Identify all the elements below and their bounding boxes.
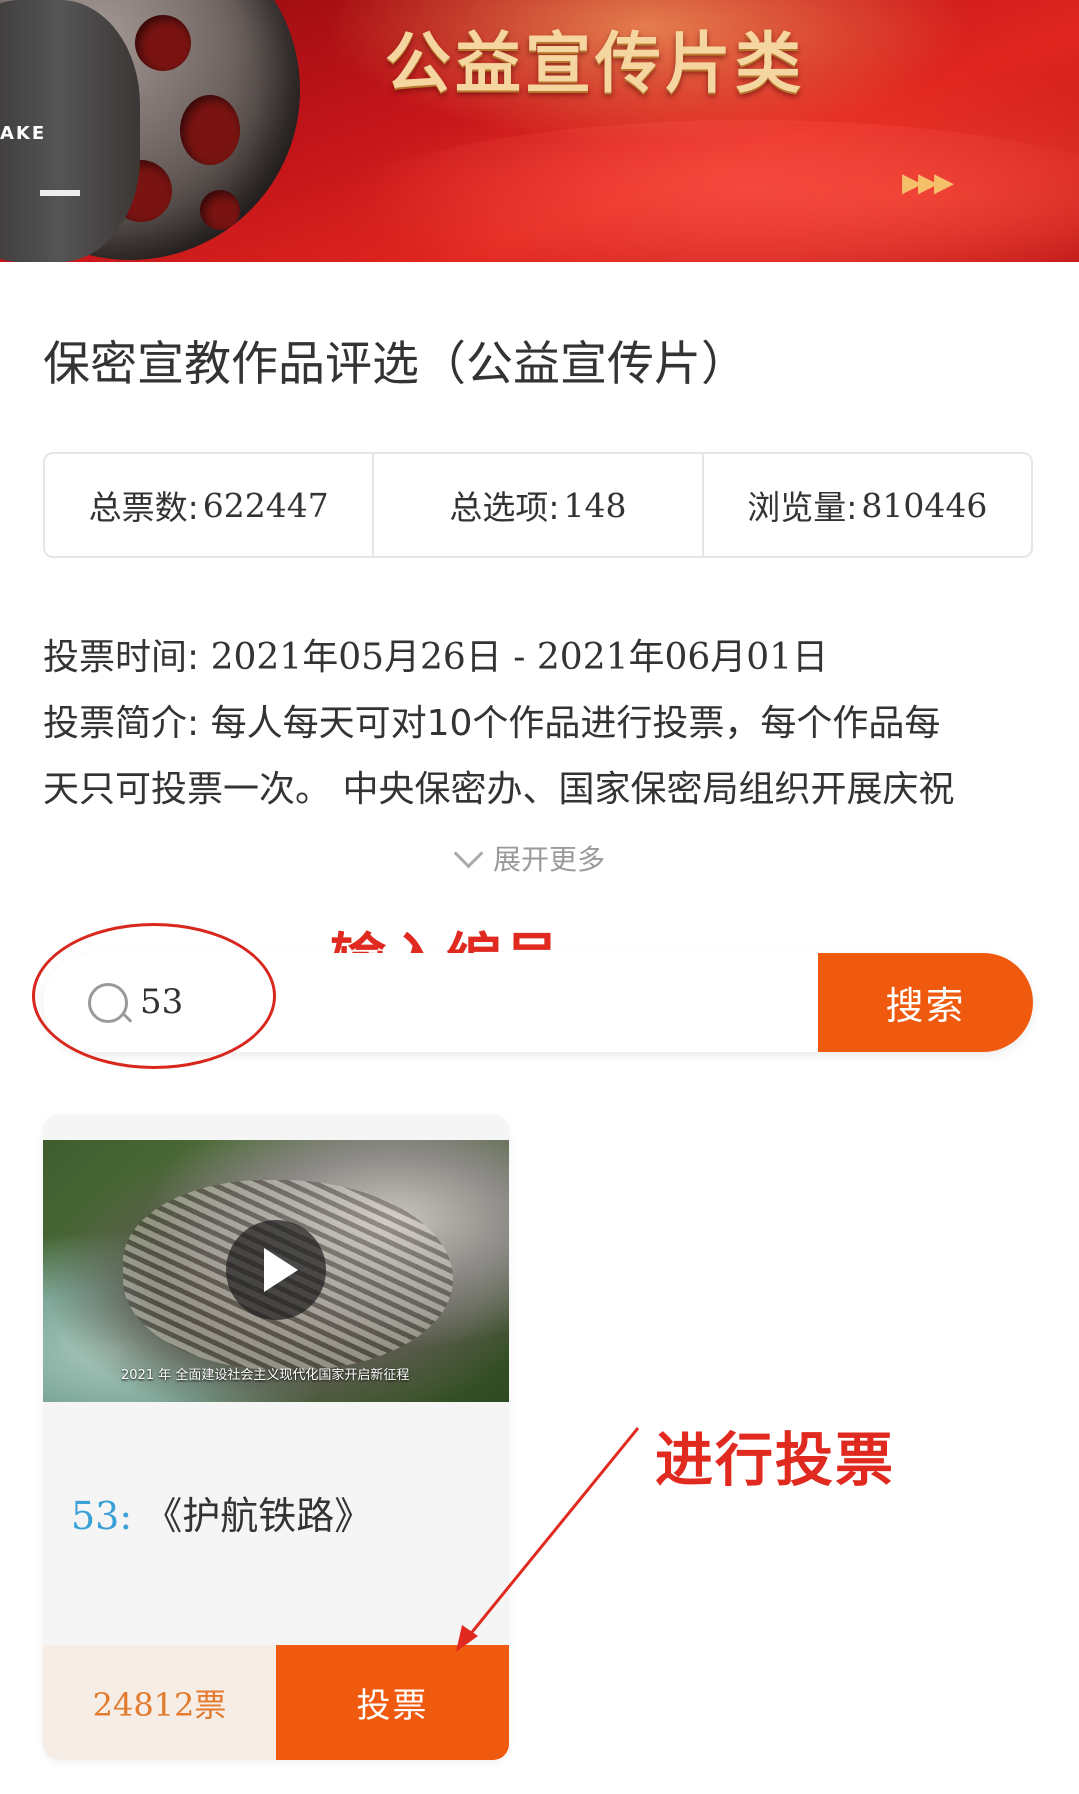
vote-intro-row-2: 天只可投票一次。 中央保密办、国家保密局组织开展庆祝	[43, 757, 1043, 823]
stat-value: 148	[563, 485, 627, 525]
stat-label: 总票数:	[88, 488, 199, 527]
expand-more-label: 展开更多	[493, 843, 606, 876]
search-button[interactable]: 搜索	[818, 953, 1033, 1052]
annotation-arrow-icon	[456, 1427, 640, 1652]
stat-label: 浏览量:	[747, 488, 858, 527]
play-icon[interactable]	[226, 1220, 326, 1320]
vote-time-label: 投票时间:	[43, 637, 200, 678]
annotation-vote: 进行投票	[655, 1426, 896, 1494]
stat-value: 622447	[202, 485, 329, 525]
film-reel-side: AKE	[0, 0, 140, 262]
stat-label: 总选项:	[449, 488, 560, 527]
vote-intro-label: 投票简介:	[43, 703, 200, 744]
vote-intro-row: 投票简介: 每人每天可对10个作品进行投票，每个作品每	[43, 691, 1043, 757]
chevron-down-icon	[453, 838, 484, 868]
header-banner: AKE 公益宣传片类 ▶▶▶	[0, 0, 1079, 262]
banner-title: 公益宣传片类	[385, 25, 805, 102]
entry-number: 53:	[71, 1494, 133, 1538]
expand-more-link[interactable]: 展开更多	[453, 838, 606, 878]
vote-count: 24812票	[43, 1645, 276, 1760]
video-thumbnail[interactable]: 2021 年 全面建设社会主义现代化国家开启新征程	[43, 1140, 509, 1402]
vote-intro-line1: 每人每天可对10个作品进行投票，每个作品每	[210, 703, 941, 744]
vote-time-value: 2021年05月26日 - 2021年06月01日	[210, 637, 829, 678]
stats-panel: 总票数: 622447 总选项: 148 浏览量: 810446	[43, 452, 1033, 558]
banner-arrows-icon: ▶▶▶	[902, 168, 954, 198]
annotation-circle	[32, 923, 276, 1069]
vote-time-row: 投票时间: 2021年05月26日 - 2021年06月01日	[43, 625, 1043, 691]
stat-total-options: 总选项: 148	[374, 454, 704, 556]
vote-intro-line2: 天只可投票一次。 中央保密办、国家保密局组织开展庆祝	[43, 769, 955, 810]
entry-name: 《护航铁路》	[144, 1494, 373, 1538]
page-title: 保密宣教作品评选（公益宣传片）	[43, 337, 748, 392]
stat-value: 810446	[861, 485, 988, 525]
banner-wave-decoration	[300, 120, 1079, 262]
vote-info: 投票时间: 2021年05月26日 - 2021年06月01日 投票简介: 每人…	[43, 625, 1043, 823]
stat-total-votes: 总票数: 622447	[45, 454, 375, 556]
entry-title[interactable]: 53: 《护航铁路》	[71, 1485, 372, 1540]
thumbnail-caption: 2021 年 全面建设社会主义现代化国家开启新征程	[121, 1368, 410, 1383]
reel-text: AKE	[0, 123, 47, 144]
stat-views: 浏览量: 810446	[704, 454, 1031, 556]
